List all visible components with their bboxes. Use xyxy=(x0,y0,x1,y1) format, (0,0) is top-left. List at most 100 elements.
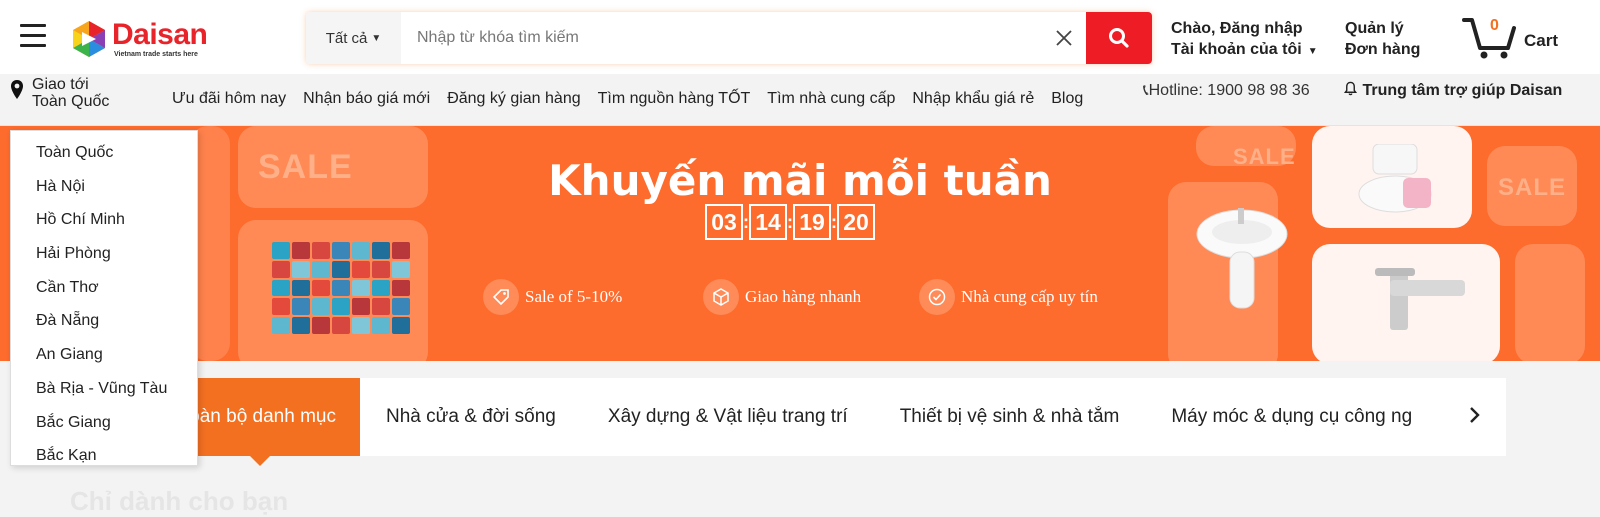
mosaic-block xyxy=(372,298,390,316)
category-home-living[interactable]: Nhà cửa & đời sống xyxy=(386,406,556,428)
location-option[interactable]: Hà Nội xyxy=(11,178,197,213)
orders-line2: Đơn hàng xyxy=(1345,41,1421,58)
location-option[interactable]: Hải Phòng xyxy=(11,246,197,280)
logo[interactable]: Daisan Vietnam trade starts here xyxy=(70,17,208,61)
mosaic-block xyxy=(272,317,290,334)
category-machinery[interactable]: Máy móc & dụng cụ công ng xyxy=(1171,406,1412,428)
location-option[interactable]: Bà Rịa - Vũng Tàu xyxy=(11,380,197,415)
location-dropdown: Toàn Quốc Hà Nội Hồ Chí Minh Hải Phòng C… xyxy=(10,130,198,466)
deliver-to-selector[interactable]: Giao tới Toàn Quốc xyxy=(10,76,112,110)
promo-banner[interactable]: SALE SALE SALE Khuyến mãi mỗi tuần 03 : … xyxy=(0,126,1600,361)
mosaic-block xyxy=(372,260,390,278)
countdown-minutes: 19 xyxy=(793,204,831,240)
feature-sale: Sale of 5-10% xyxy=(483,279,622,315)
mosaic-block xyxy=(352,260,370,278)
mosaic-block xyxy=(392,317,410,334)
feature-sale-text: Sale of 5-10% xyxy=(525,287,623,306)
colored-blocks-image xyxy=(272,242,410,334)
mosaic-block xyxy=(292,279,310,297)
nav-link-import[interactable]: Nhập khẩu giá rẻ xyxy=(912,90,1034,108)
mosaic-block xyxy=(312,242,330,259)
mosaic-block xyxy=(352,298,370,316)
nav-link-quotes[interactable]: Nhận báo giá mới xyxy=(303,90,430,108)
category-construction[interactable]: Xây dựng & Vật liệu trang trí xyxy=(608,406,848,428)
orders-line1: Quản lý xyxy=(1345,20,1404,37)
mosaic-block xyxy=(352,317,370,334)
countdown-timer: 03 : 14 : 19 : 20 xyxy=(705,204,875,240)
mosaic-block xyxy=(332,242,350,259)
mosaic-block xyxy=(312,260,330,278)
chevron-right-icon[interactable] xyxy=(1468,405,1482,430)
menu-icon[interactable] xyxy=(20,24,46,48)
banner-tile xyxy=(1515,244,1585,361)
caret-down-icon: ▼ xyxy=(371,32,382,44)
account-label: Tài khoản của tôi xyxy=(1171,41,1302,58)
search-button[interactable] xyxy=(1086,12,1152,64)
mosaic-block xyxy=(312,317,330,334)
mosaic-block xyxy=(392,279,410,297)
help-center-text: Trung tâm trợ giúp Daisan xyxy=(1362,82,1563,99)
check-circle-icon xyxy=(919,279,955,315)
mosaic-block xyxy=(292,298,310,316)
mosaic-block xyxy=(272,279,290,297)
mosaic-block xyxy=(372,279,390,297)
feature-trusted-supplier-text: Nhà cung cấp uy tín xyxy=(961,287,1098,306)
logo-name: Daisan xyxy=(112,18,208,51)
location-option[interactable]: Bắc Kạn xyxy=(11,448,197,465)
location-option[interactable]: Đà Nẵng xyxy=(11,313,197,347)
nav-link-suppliers[interactable]: Tìm nhà cung cấp xyxy=(767,90,895,108)
nav-link-register-store[interactable]: Đăng ký gian hàng xyxy=(447,90,580,108)
mosaic-block xyxy=(292,242,310,259)
search-bar: Tất cả ▼ xyxy=(306,12,1152,64)
mosaic-block xyxy=(292,260,310,278)
orders-link[interactable]: Quản lý Đơn hàng xyxy=(1345,18,1420,60)
mosaic-block xyxy=(272,298,290,316)
location-option[interactable]: An Giang xyxy=(11,347,197,381)
mosaic-block xyxy=(332,298,350,316)
clear-icon[interactable] xyxy=(1042,12,1086,64)
category-bar: Toàn bộ danh mục Nhà cửa & đời sống Xây … xyxy=(160,378,1506,466)
top-header: Daisan Vietnam trade starts here Tất cả … xyxy=(0,0,1600,74)
mosaic-block xyxy=(332,260,350,278)
feature-fast-delivery-text: Giao hàng nhanh xyxy=(745,287,862,306)
mosaic-block xyxy=(272,260,290,278)
account-menu[interactable]: Chào, Đăng nhập Tài khoản của tôi ▼ xyxy=(1171,18,1318,62)
cart-button[interactable]: 0 Cart xyxy=(1462,14,1558,60)
nav-link-sourcing[interactable]: Tìm nguồn hàng TỐT xyxy=(598,90,751,108)
nav-links: Ưu đãi hôm nay Nhận báo giá mới Đăng ký … xyxy=(172,90,1100,108)
hotline[interactable]: 📞︎Hotline: 1900 98 98 36 xyxy=(1143,78,1318,103)
mosaic-block xyxy=(352,242,370,259)
nav-link-blog[interactable]: Blog xyxy=(1051,90,1083,108)
search-icon xyxy=(1109,28,1129,48)
mosaic-block xyxy=(312,298,330,316)
search-category-label: Tất cả xyxy=(325,29,368,47)
location-option[interactable]: Cần Thơ xyxy=(11,279,197,314)
nav-bar: Giao tới Toàn Quốc Ưu đãi hôm nay Nhận b… xyxy=(0,74,1600,126)
faucet-image xyxy=(1375,268,1465,330)
search-category-select[interactable]: Tất cả ▼ xyxy=(306,12,401,64)
location-option[interactable]: Hồ Chí Minh xyxy=(11,212,197,246)
sink-image xyxy=(1196,208,1288,309)
hotline-text: Hotline: 1900 98 98 36 xyxy=(1148,82,1310,99)
account-greeting: Chào, Đăng nhập xyxy=(1171,20,1303,37)
location-option[interactable]: Toàn Quốc xyxy=(11,145,197,179)
mosaic-block xyxy=(392,260,410,278)
mosaic-block xyxy=(332,317,350,334)
banner-title: Khuyến mãi mỗi tuần xyxy=(548,156,1052,205)
tag-icon xyxy=(483,279,519,315)
deliver-to-label: Giao tới Toàn Quốc xyxy=(32,76,110,110)
countdown-hours: 14 xyxy=(749,204,787,240)
bell-icon xyxy=(1343,81,1358,96)
mosaic-block xyxy=(272,242,290,259)
location-option[interactable]: Bắc Giang xyxy=(11,414,197,449)
cart-label: Cart xyxy=(1524,31,1559,50)
category-sanitary[interactable]: Thiết bị vệ sinh & nhà tắm xyxy=(900,406,1120,428)
feature-trusted-supplier: Nhà cung cấp uy tín xyxy=(919,279,1098,315)
location-pin-icon xyxy=(11,80,23,99)
search-input[interactable] xyxy=(401,12,1042,64)
feature-fast-delivery: Giao hàng nhanh xyxy=(703,279,861,315)
mosaic-block xyxy=(352,279,370,297)
help-center-link[interactable]: Trung tâm trợ giúp Daisan xyxy=(1343,78,1563,103)
mosaic-block xyxy=(292,317,310,334)
nav-link-deals[interactable]: Ưu đãi hôm nay xyxy=(172,90,286,108)
